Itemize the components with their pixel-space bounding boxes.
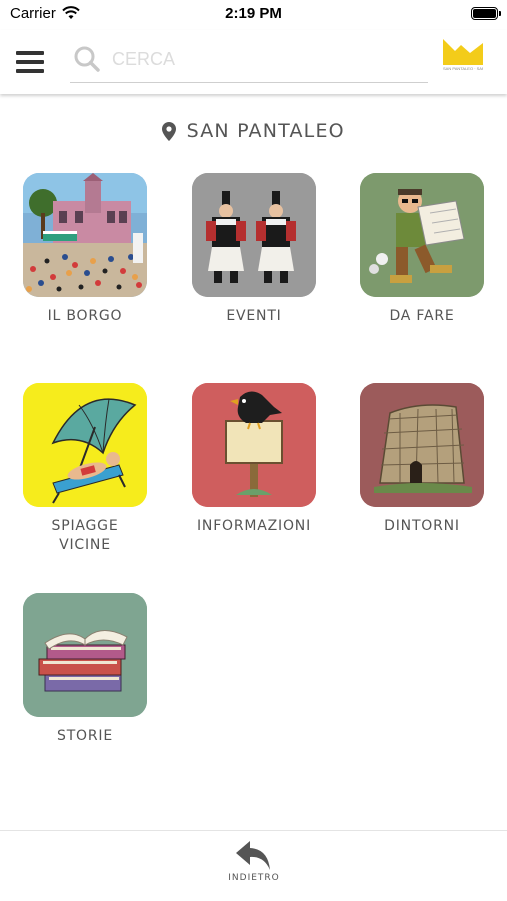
location-pin-icon bbox=[162, 121, 177, 141]
tile-da-fare[interactable]: DA FARE bbox=[342, 173, 502, 326]
hamburger-menu-icon[interactable] bbox=[16, 51, 44, 75]
tile-label: SPIAGGE VICINE bbox=[5, 517, 165, 555]
beach-umbrella-icon bbox=[23, 383, 147, 507]
tile-label: DINTORNI bbox=[384, 518, 460, 534]
status-bar: Carrier 2:19 PM bbox=[0, 0, 507, 30]
tile-label: INFORMAZIONI bbox=[197, 518, 311, 534]
nuraghe-tower-icon bbox=[360, 383, 484, 507]
reply-arrow-icon bbox=[236, 841, 270, 870]
tile-label: DA FARE bbox=[389, 308, 455, 324]
book-stack-icon bbox=[23, 593, 147, 717]
app-header: SAN PANTALEO · SARDEGNA · ITALIA bbox=[0, 30, 507, 94]
costumed-dancers-icon bbox=[192, 173, 316, 297]
tile-label: EVENTI bbox=[226, 308, 282, 324]
tile-label-line-2: VICINE bbox=[59, 537, 111, 553]
tile-dintorni[interactable]: DINTORNI bbox=[342, 383, 502, 536]
location-name: SAN PANTALEO bbox=[186, 120, 345, 142]
tile-label: STORIE bbox=[57, 728, 113, 744]
search-input[interactable] bbox=[112, 44, 412, 74]
search-bar bbox=[70, 38, 428, 83]
village-painting-icon bbox=[23, 173, 147, 297]
tile-il-borgo[interactable]: IL BORGO bbox=[5, 173, 165, 326]
brand-logo: SAN PANTALEO · SARDEGNA · ITALIA bbox=[443, 39, 483, 77]
tile-spiagge-vicine[interactable]: SPIAGGE VICINE bbox=[5, 383, 165, 555]
clock: 2:19 PM bbox=[225, 5, 282, 22]
tile-label: IL BORGO bbox=[47, 308, 123, 324]
crow-on-signboard-icon bbox=[192, 383, 316, 507]
location-title: SAN PANTALEO bbox=[0, 120, 507, 142]
back-label: INDIETRO bbox=[228, 873, 280, 883]
logo-text: SAN PANTALEO · SARDEGNA · ITALIA bbox=[443, 66, 483, 71]
battery-icon bbox=[471, 7, 501, 20]
hiker-with-map-icon bbox=[360, 173, 484, 297]
tile-eventi[interactable]: EVENTI bbox=[174, 173, 334, 326]
search-icon[interactable] bbox=[73, 45, 101, 73]
tile-storie[interactable]: STORIE bbox=[5, 593, 165, 746]
tile-informazioni[interactable]: INFORMAZIONI bbox=[174, 383, 334, 536]
tile-label-line-1: SPIAGGE bbox=[51, 518, 119, 534]
logo-mountain-icon bbox=[443, 39, 483, 53]
bottom-bar: INDIETRO bbox=[0, 830, 507, 901]
back-button[interactable]: INDIETRO bbox=[216, 841, 292, 893]
